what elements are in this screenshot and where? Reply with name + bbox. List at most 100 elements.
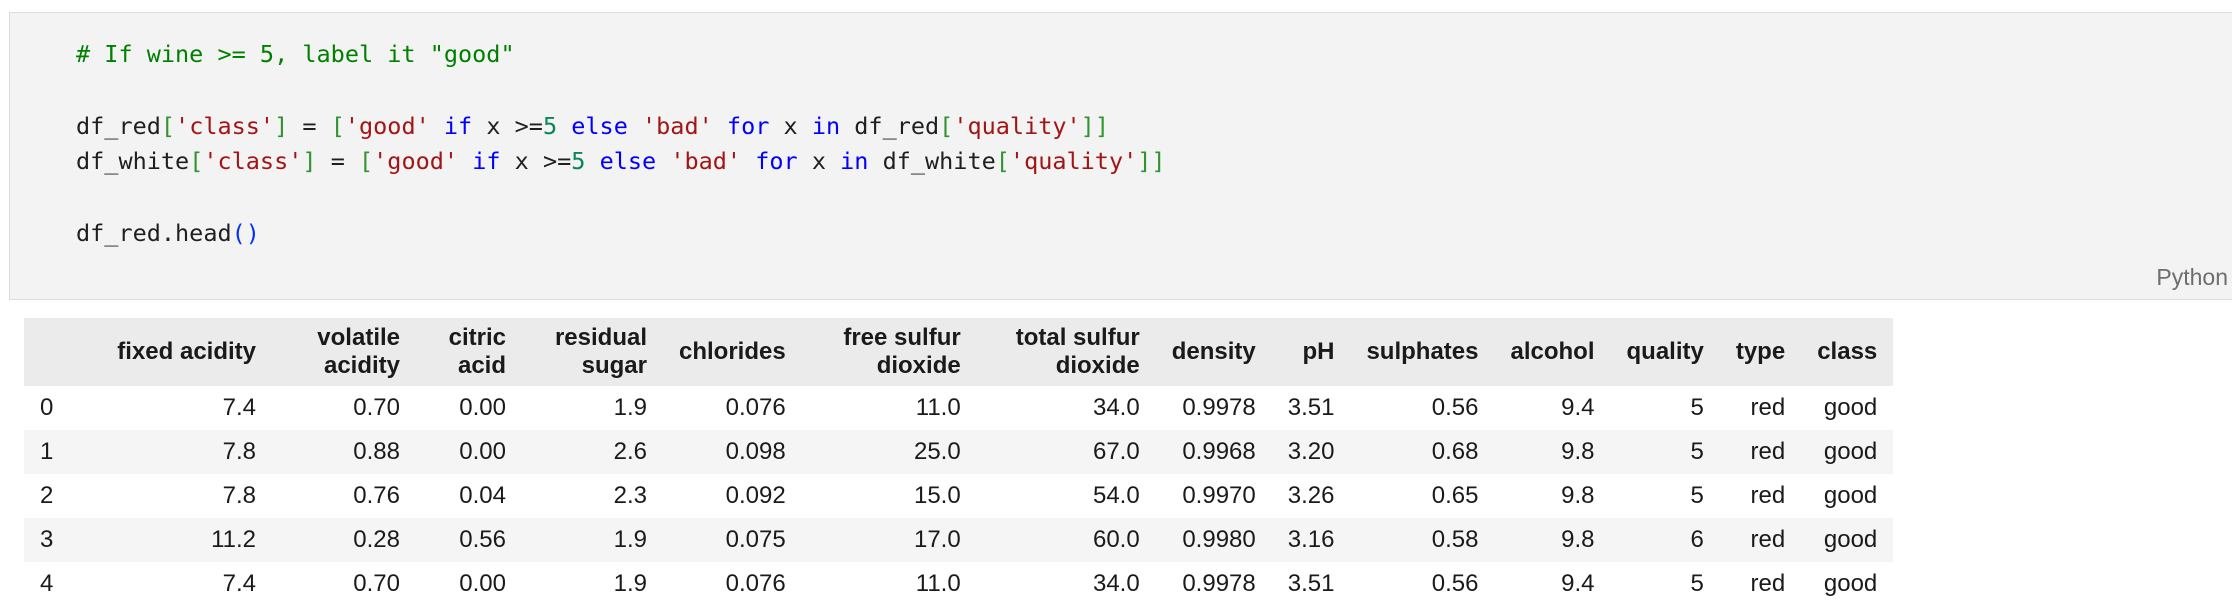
- code-token-string: 'good': [344, 111, 430, 140]
- table-cell: good: [1823, 570, 1878, 597]
- table-cell: 0.098: [725, 438, 786, 465]
- code-token-bracket: ]: [302, 147, 317, 176]
- column-header: pH: [1302, 338, 1335, 365]
- table-cell: 0.70: [353, 394, 400, 421]
- code-token-plain: df_red.head: [76, 218, 232, 247]
- code-token-keyword: for: [726, 111, 770, 140]
- table-cell: 1.9: [613, 570, 647, 597]
- table-cell: 5: [1690, 438, 1704, 465]
- table-cell: 1.9: [613, 526, 647, 553]
- code-token-number: 5: [542, 111, 558, 140]
- table-cell: 9.8: [1561, 438, 1595, 465]
- code-token-comment: # If wine >= 5, label it "good": [76, 40, 515, 68]
- column-header: sulphates: [1366, 338, 1479, 365]
- language-label[interactable]: Python: [2156, 264, 2228, 291]
- row-index: 4: [40, 570, 54, 597]
- table-cell: 60.0: [1092, 526, 1140, 553]
- column-header: citric acid: [448, 324, 506, 379]
- table-cell: 6: [1690, 526, 1704, 553]
- code-token-bracket: ]]: [1080, 111, 1109, 140]
- table-cell: 0.076: [725, 394, 786, 421]
- table-cell: 0.00: [459, 394, 506, 421]
- code-cell[interactable]: # If wine >= 5, label it "good" df_red['…: [9, 12, 2232, 300]
- table-row: 0 7.4 0.70 0.00 1.9 0.076 11.0 34.0 0.9978 3.51 0.…: [24, 386, 1894, 430]
- table-cell: 0.65: [1431, 482, 1479, 509]
- table-cell: 34.0: [1092, 570, 1140, 597]
- table-cell: 0.70: [353, 570, 400, 597]
- table-cell: 9.4: [1561, 570, 1595, 597]
- table-cell: 9.8: [1561, 526, 1595, 553]
- column-header: type: [1735, 338, 1786, 365]
- table-cell: 67.0: [1092, 438, 1140, 465]
- table-cell: red: [1750, 526, 1786, 553]
- table-cell: red: [1750, 394, 1786, 421]
- code-token-bracket: [: [359, 147, 374, 176]
- code-token-string: 'quality': [1009, 147, 1138, 176]
- code-token-plain: x: [797, 147, 841, 176]
- code-token-string: 'good': [373, 147, 459, 176]
- code-line: df_white['class'] = ['good' if x >=5 els…: [76, 144, 1166, 180]
- table-cell: 0.56: [459, 526, 506, 553]
- table-cell: good: [1823, 482, 1878, 509]
- code-token-plain: x >=: [500, 147, 572, 176]
- table-header-row: fixed acidity volatile acidity citric acid…: [24, 318, 1894, 386]
- code-line: df_red['class'] = ['good' if x >=5 else …: [76, 109, 1166, 145]
- code-token-bracket: [: [160, 111, 176, 140]
- table-cell: 11.0: [915, 394, 961, 421]
- table-row: 3 11.2 0.28 0.56 1.9 0.075 17.0 60.0 0.9980 3.16 0…: [24, 518, 1894, 562]
- column-header: volatile acidity: [317, 324, 400, 379]
- code-token-plain: =: [316, 147, 359, 176]
- table-cell: good: [1823, 526, 1878, 553]
- table-cell: 5: [1690, 482, 1704, 509]
- table-row: 4 7.4 0.70 0.00 1.9 0.076 11.0 34.0 0.9978 3.51 0.…: [24, 562, 1894, 606]
- code-token-string: 'quality': [953, 111, 1081, 140]
- table-cell: red: [1750, 482, 1786, 509]
- table-cell: 9.4: [1561, 394, 1595, 421]
- table-cell: 3.51: [1287, 394, 1335, 421]
- column-header: density: [1171, 338, 1256, 365]
- code-token-bracket: [: [939, 111, 954, 140]
- code-token-plain: df_red: [840, 111, 940, 140]
- row-index: 2: [40, 482, 54, 509]
- code-token-bracket2: (): [231, 218, 260, 247]
- code-editor[interactable]: # If wine >= 5, label it "good" df_red['…: [76, 37, 1166, 252]
- table-cell: 1.9: [613, 394, 647, 421]
- table-cell: 11.0: [915, 570, 961, 597]
- table-cell: 0.58: [1431, 526, 1479, 553]
- table-cell: 54.0: [1092, 482, 1140, 509]
- table-cell: 7.4: [222, 570, 256, 597]
- table-cell: 0.00: [459, 570, 506, 597]
- table-cell: 3.16: [1287, 526, 1335, 553]
- code-token-plain: x >=: [472, 111, 543, 140]
- column-header: class: [1817, 338, 1878, 365]
- code-token-keyword: in: [840, 147, 869, 176]
- table-cell: 15.0: [913, 482, 961, 509]
- table-cell: 9.8: [1561, 482, 1595, 509]
- column-header: quality: [1626, 338, 1704, 365]
- table-cell: 34.0: [1092, 394, 1140, 421]
- row-index: 3: [40, 526, 54, 553]
- table-cell: 0.9968: [1182, 438, 1256, 465]
- code-line: # If wine >= 5, label it "good": [76, 37, 1166, 73]
- column-header: total sulfur dioxide: [1015, 324, 1140, 379]
- code-line: df_red.head(): [76, 216, 1166, 252]
- table-cell: 0.00: [459, 438, 506, 465]
- column-header: chlorides: [679, 338, 786, 365]
- table-cell: 0.88: [353, 438, 400, 465]
- code-token-keyword: if: [443, 111, 473, 140]
- table-cell: 0.9978: [1182, 570, 1256, 597]
- table-cell: 0.56: [1431, 394, 1479, 421]
- table-cell: 3.20: [1287, 438, 1335, 465]
- table-cell: good: [1823, 394, 1878, 421]
- code-token-string: 'bad': [642, 111, 713, 140]
- column-header: residual sugar: [554, 324, 647, 379]
- code-token-plain: =: [288, 111, 331, 140]
- table-cell: 5: [1690, 570, 1704, 597]
